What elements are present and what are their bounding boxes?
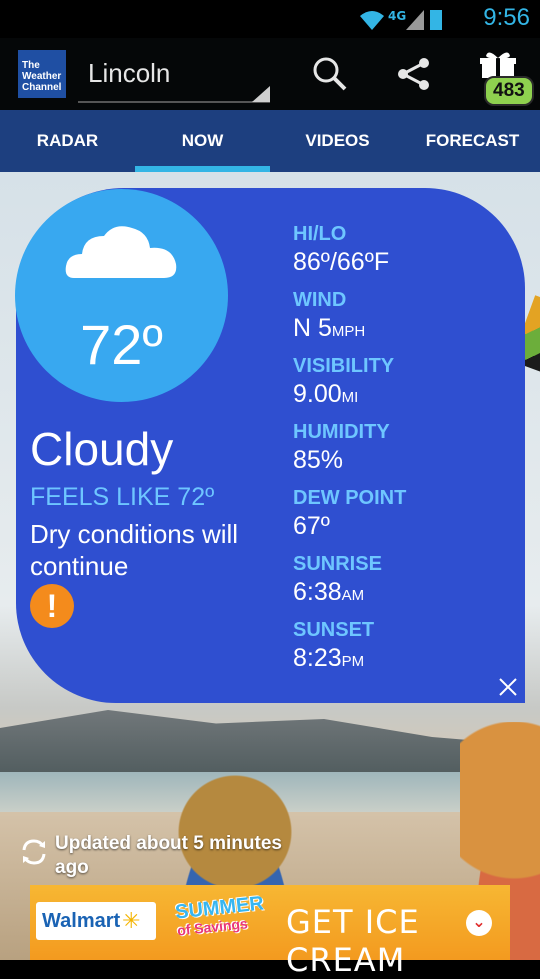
stat-label: DEW POINT	[293, 487, 407, 509]
ad-banner[interactable]: Walmart ✳ SUMMER of Savings GET ICE CREAM…	[30, 885, 510, 979]
stat-label: HUMIDITY	[293, 421, 390, 443]
ad-promo-badge: SUMMER of Savings	[174, 892, 265, 939]
stats-list: HI/LO 86º/66ºF WIND N 5MPH VISIBILITY 9.…	[293, 222, 406, 684]
wifi-icon	[360, 11, 384, 30]
cloud-icon	[65, 226, 177, 278]
condition-text: Cloudy	[30, 423, 174, 475]
stat-value: 86º/66ºF	[293, 248, 390, 276]
stat-visibility: VISIBILITY 9.00MI	[293, 354, 406, 420]
stat-value: N 5MPH	[293, 314, 366, 342]
stat-value: 8:23PM	[293, 644, 365, 672]
stat-label: SUNSET	[293, 619, 375, 641]
stat-value: 67º	[293, 512, 330, 540]
stat-value: 6:38AM	[293, 578, 365, 606]
condition-description: Dry conditions will continue	[30, 519, 239, 581]
stat-label: WIND	[293, 289, 347, 311]
share-icon[interactable]	[396, 56, 432, 92]
tab-videos[interactable]: VIDEOS	[270, 110, 405, 172]
alert-icon[interactable]: !	[30, 584, 74, 628]
dropdown-caret-icon[interactable]	[252, 86, 270, 102]
stat-hi-lo: HI/LO 86º/66ºF	[293, 222, 406, 288]
tab-now[interactable]: NOW	[135, 110, 270, 172]
last-updated-text: Updated about 5 minutes ago	[55, 833, 282, 878]
city-underline	[78, 101, 270, 103]
stat-label: HI/LO	[293, 223, 347, 245]
walmart-logo: Walmart ✳	[36, 902, 156, 940]
tab-bar: RADAR NOW VIDEOS FORECAST	[0, 110, 540, 172]
signal-icon	[406, 10, 424, 30]
stat-sunset: SUNSET 8:23PM	[293, 618, 406, 684]
feels-like: FEELS LIKE 72º	[30, 483, 215, 511]
stat-humidity: HUMIDITY 85%	[293, 420, 406, 486]
background-hills	[0, 710, 540, 782]
walmart-spark-icon: ✳	[122, 908, 141, 933]
app-logo[interactable]: The Weather Channel	[18, 50, 66, 98]
stat-value: 85%	[293, 446, 344, 474]
tab-forecast[interactable]: FORECAST	[405, 110, 540, 172]
stat-label: SUNRISE	[293, 553, 382, 575]
status-icons: 4G	[360, 9, 442, 30]
app-bar: The Weather Channel Lincoln 483	[0, 38, 540, 110]
current-temperature: 72º	[80, 313, 163, 376]
close-icon[interactable]	[497, 676, 519, 698]
stat-label: VISIBILITY	[293, 355, 395, 377]
stat-dew-point: DEW POINT 67º	[293, 486, 406, 552]
network-label: 4G	[388, 9, 406, 23]
chevron-down-icon[interactable]: ⌄	[466, 910, 492, 936]
city-selector[interactable]: Lincoln	[88, 58, 170, 89]
gift-count-badge: 483	[484, 76, 534, 106]
search-icon[interactable]	[312, 56, 348, 92]
status-bar: 4G 9:56	[0, 0, 540, 38]
tab-radar[interactable]: RADAR	[0, 110, 135, 172]
stat-value: 9.00MI	[293, 380, 359, 408]
battery-icon	[430, 10, 442, 30]
stat-sunrise: SUNRISE 6:38AM	[293, 552, 406, 618]
refresh-icon[interactable]	[19, 836, 49, 868]
clock: 9:56	[483, 4, 530, 31]
stat-wind: WIND N 5MPH	[293, 288, 406, 354]
